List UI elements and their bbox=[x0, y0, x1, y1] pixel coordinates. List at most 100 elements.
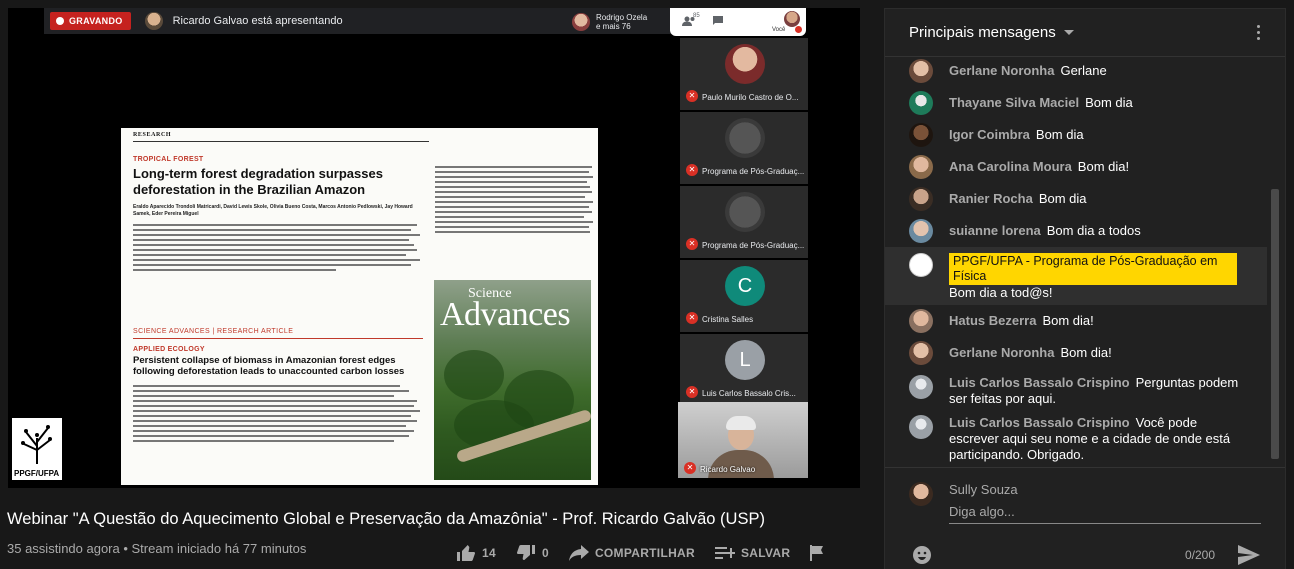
chat-text: Bom dia bbox=[1038, 191, 1087, 206]
chat-avatar bbox=[909, 219, 933, 243]
chat-messages[interactable]: Gerlane Noronha Gerlane Thayane Silva Mac… bbox=[885, 57, 1267, 467]
mic-off-icon: ✕ bbox=[686, 312, 698, 324]
chat-author: Thayane Silva Maciel bbox=[949, 95, 1080, 110]
chat-message: Gerlane Noronha Gerlane bbox=[885, 59, 1267, 83]
thumbs-up-icon bbox=[457, 545, 476, 561]
chat-input[interactable]: Diga algo... bbox=[949, 502, 1261, 524]
participant-initial: L bbox=[725, 340, 765, 380]
chat-icon bbox=[712, 15, 724, 30]
chat-avatar bbox=[909, 415, 933, 439]
like-count: 14 bbox=[482, 546, 496, 560]
owner-badge: PPGF/UFPA - Programa de Pós-Graduação em… bbox=[949, 253, 1237, 285]
participants-pill: Rodrigo Ozela e mais 76 bbox=[568, 10, 672, 34]
chat-avatar bbox=[909, 187, 933, 211]
recording-label: GRAVANDO bbox=[69, 16, 123, 26]
dislike-count: 0 bbox=[541, 546, 549, 560]
chat-avatar bbox=[909, 59, 933, 83]
mic-off-icon: ✕ bbox=[686, 386, 698, 398]
chat-mode-dropdown[interactable]: Principais mensagens bbox=[909, 24, 1056, 41]
presenter-status: Ricardo Galvao está apresentando bbox=[172, 15, 343, 27]
chat-author: Gerlane Noronha bbox=[949, 63, 1055, 78]
chat-avatar bbox=[909, 341, 933, 365]
participant-photo bbox=[725, 44, 765, 84]
mic-off-icon bbox=[795, 26, 802, 33]
participant-name: Programa de Pós-Graduaç... bbox=[702, 241, 805, 250]
paper-authors: Eraldo Aparecido Trondoli Matricardi, Da… bbox=[133, 204, 413, 217]
chat-avatar bbox=[909, 91, 933, 115]
chat-message: Igor Coimbra Bom dia bbox=[885, 123, 1267, 147]
participant-photo bbox=[725, 118, 765, 158]
chat-author: Gerlane Noronha bbox=[949, 345, 1055, 360]
tree-logo-icon bbox=[21, 425, 52, 464]
chat-message: Ana Carolina Moura Bom dia! bbox=[885, 155, 1267, 179]
video-player[interactable]: GRAVANDO Ricardo Galvao está apresentand… bbox=[8, 8, 860, 488]
paper-title-2: Persistent collapse of biomass in Amazon… bbox=[133, 355, 405, 377]
chat-text: Bom dia! bbox=[1077, 159, 1130, 174]
camera-name: Ricardo Galvao bbox=[700, 465, 756, 474]
paper-title: Long-term forest degradation surpasses d… bbox=[133, 166, 383, 197]
video-actions: 14 0 COMPARTILHAR SALVAR bbox=[456, 542, 844, 564]
send-icon[interactable] bbox=[1237, 544, 1261, 569]
chat-avatar bbox=[909, 155, 933, 179]
self-label: Você bbox=[772, 27, 786, 33]
chat-author: Ana Carolina Moura bbox=[949, 159, 1072, 174]
participant-initial: C bbox=[725, 266, 765, 306]
chat-header: Principais mensagens bbox=[885, 9, 1285, 57]
journal-cover-image: Science Advances bbox=[434, 280, 591, 480]
recording-badge: GRAVANDO bbox=[50, 12, 131, 30]
presenter-avatar bbox=[144, 12, 163, 30]
chat-text: Gerlane bbox=[1060, 63, 1107, 78]
playlist-add-icon bbox=[714, 547, 735, 559]
chevron-down-icon[interactable] bbox=[1063, 30, 1074, 35]
emoji-icon[interactable] bbox=[911, 544, 933, 569]
participant-name: Cristina Salles bbox=[702, 315, 754, 324]
composer-username: Sully Souza bbox=[949, 482, 1018, 497]
chat-text: Bom dia a tod@s! bbox=[949, 285, 1053, 300]
participant-avatar bbox=[572, 13, 590, 31]
mic-off-icon: ✕ bbox=[686, 164, 698, 176]
video-meta: 35 assistindo agora • Stream iniciado há… bbox=[7, 541, 307, 556]
dislike-button[interactable]: 0 bbox=[516, 544, 549, 562]
chat-text: Bom dia! bbox=[1060, 345, 1112, 360]
paper-abstract bbox=[133, 224, 423, 271]
mic-off-icon: ✕ bbox=[686, 90, 698, 102]
like-button[interactable]: 14 bbox=[456, 544, 496, 562]
chat-author: Luis Carlos Bassalo Crispino bbox=[949, 415, 1130, 430]
participant-photo bbox=[725, 192, 765, 232]
paper-right-column bbox=[435, 166, 595, 236]
chat-scrollbar[interactable] bbox=[1271, 189, 1279, 459]
chat-message: suianne lorena Bom dia a todos bbox=[885, 219, 1267, 243]
more-vert-icon[interactable] bbox=[1257, 25, 1261, 43]
chat-message: Gerlane Noronha Bom dia! bbox=[885, 341, 1267, 365]
chat-text: Bom dia a todos bbox=[1046, 223, 1141, 238]
journal-line: SCIENCE ADVANCES | RESEARCH ARTICLE bbox=[133, 328, 294, 335]
presenter-camera: ✕ Ricardo Galvao bbox=[678, 402, 808, 478]
save-button[interactable]: SALVAR bbox=[714, 545, 791, 561]
self-tile: Você bbox=[772, 11, 802, 33]
chat-text: Bom dia bbox=[1085, 95, 1133, 110]
paper-kicker: TROPICAL FOREST bbox=[133, 156, 204, 163]
mic-off-icon: ✕ bbox=[684, 462, 696, 474]
save-label: SALVAR bbox=[740, 546, 791, 560]
chat-message: Ranier Rocha Bom dia bbox=[885, 187, 1267, 211]
chat-author: Hatus Bezerra bbox=[949, 313, 1037, 328]
char-counter: 0/200 bbox=[1185, 548, 1216, 562]
participant-name: Luis Carlos Bassalo Cris... bbox=[702, 389, 796, 398]
participants-summary: Rodrigo Ozela e mais 76 bbox=[596, 13, 648, 31]
chat-message: Thayane Silva Maciel Bom dia bbox=[885, 91, 1267, 115]
chat-message: Luis Carlos Bassalo Crispino Você pode es… bbox=[885, 415, 1267, 465]
chat-text: Bom dia! bbox=[1042, 313, 1094, 328]
participant-name: Paulo Murilo Castro de O... bbox=[702, 93, 799, 102]
ppgf-logo: PPGF/UFPA bbox=[12, 418, 62, 480]
chat-message: Hatus Bezerra Bom dia! bbox=[885, 309, 1267, 333]
participant-tile: ✕ Programa de Pós-Graduaç... bbox=[680, 186, 808, 258]
paper-body bbox=[133, 385, 423, 442]
people-icon: 85 bbox=[682, 13, 700, 30]
report-button[interactable] bbox=[810, 545, 824, 561]
participant-name: Programa de Pós-Graduaç... bbox=[702, 167, 805, 176]
share-button[interactable]: COMPARTILHAR bbox=[568, 545, 695, 561]
user-avatar bbox=[909, 482, 933, 506]
chat-avatar bbox=[909, 123, 933, 147]
chat-avatar bbox=[909, 375, 933, 399]
self-avatar bbox=[784, 11, 800, 27]
